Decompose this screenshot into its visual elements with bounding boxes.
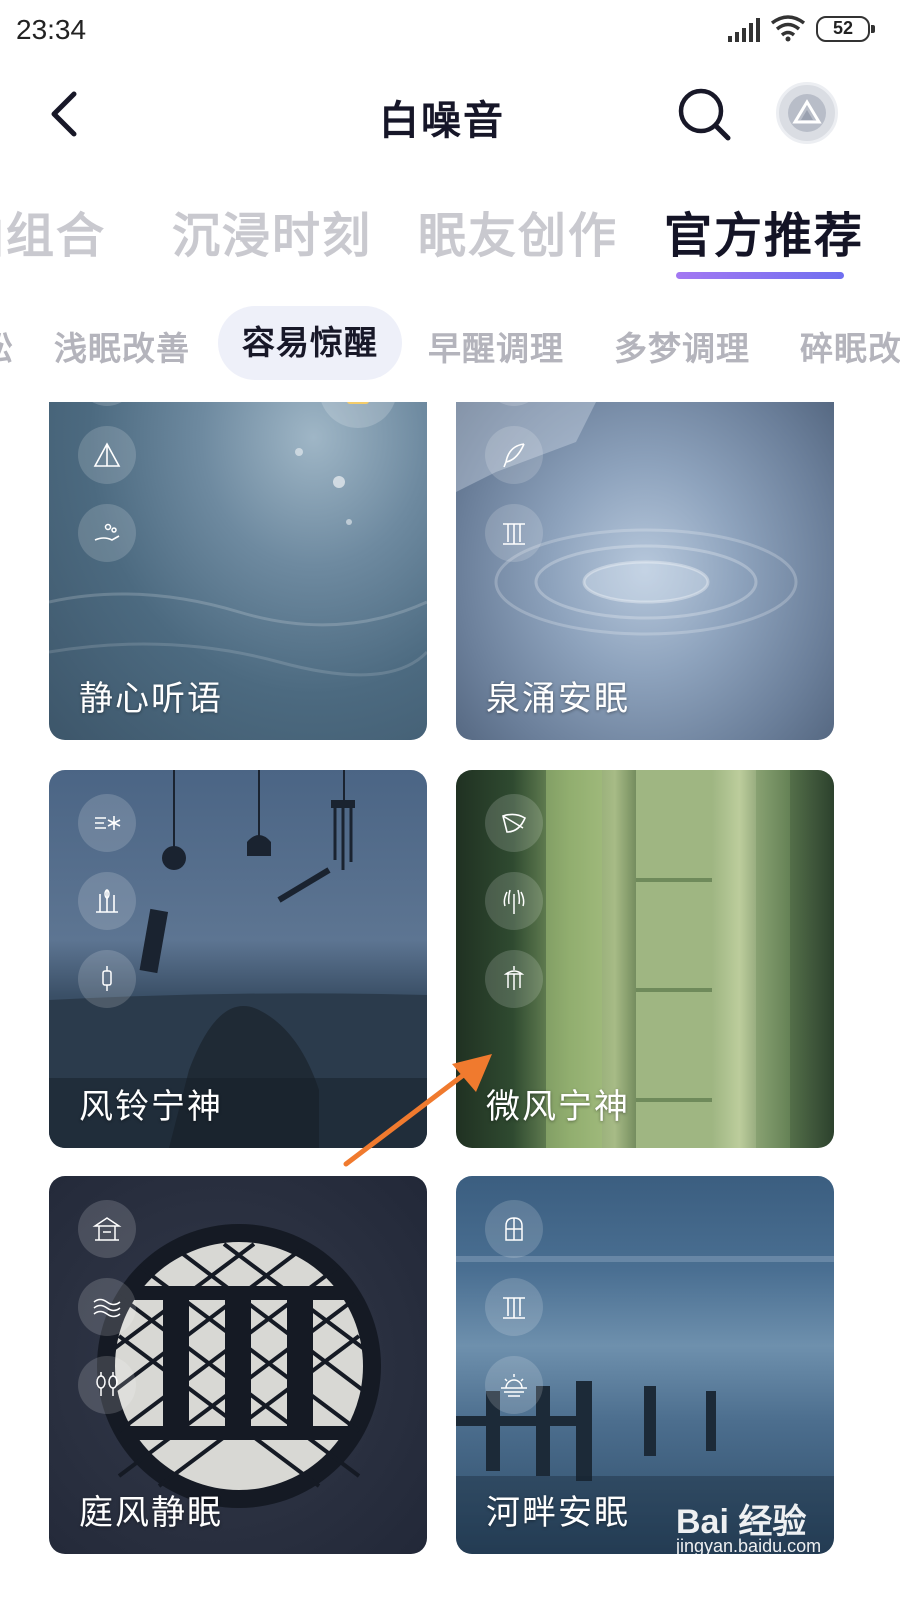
triangle-logo-icon: [792, 99, 822, 124]
window-icon: [485, 1200, 543, 1258]
waterfall-icon: [485, 504, 543, 562]
battery-indicator: 52: [816, 16, 875, 42]
card-title: 风铃宁神: [79, 1087, 223, 1127]
feather-icon: [485, 426, 543, 484]
sub-tab-light-sleep[interactable]: 浅眠改善: [54, 322, 190, 370]
sub-tabs: 松 浅眠改善 容易惊醒 早醒调理 多梦调理 碎眠改: [0, 304, 900, 380]
annotation-arrow: [343, 1054, 492, 1167]
avatar-image: [788, 94, 826, 132]
search-icon[interactable]: [674, 84, 734, 144]
sub-tab-broken-sleep[interactable]: 碎眠改: [800, 322, 900, 370]
willow-icon: [485, 872, 543, 930]
wifi-icon: [770, 15, 806, 42]
sub-tab-relax[interactable]: 松: [0, 322, 14, 370]
pavilion-icon: [78, 1200, 136, 1258]
leaf-icon: [485, 794, 543, 852]
card-title: 泉涌安眠: [486, 679, 630, 719]
card-title: 微风宁神: [486, 1087, 630, 1127]
sound-card[interactable]: 静心听语: [49, 402, 427, 740]
watermark: Bai 经验 jingyan.baidu.com: [676, 1494, 836, 1564]
sunset-icon: [485, 1356, 543, 1414]
waves-icon: [78, 1278, 136, 1336]
tab-immersion[interactable]: 沉浸时刻: [172, 196, 372, 266]
watermark-url: jingyan.baidu.com: [676, 1536, 822, 1556]
tab-official-picks[interactable]: 官方推荐: [664, 196, 864, 266]
sound-card-grid: 静心听语 泉涌安眠 风铃宁神 微风宁神 庭风静眠 河畔安眠: [0, 402, 900, 1600]
sub-tab-early-waking[interactable]: 早醒调理: [428, 322, 564, 370]
tent-icon: [78, 426, 136, 484]
page-title: 白噪音: [379, 98, 505, 144]
active-tab-indicator: [676, 272, 844, 279]
sound-card[interactable]: 微风宁神: [456, 770, 834, 1148]
waterfall-icon: [485, 1278, 543, 1336]
tab-combination[interactable]: 拍组合: [0, 196, 106, 266]
signal-icon: [728, 18, 760, 42]
card-title: 庭风静眠: [79, 1493, 223, 1533]
reeds-icon: [78, 872, 136, 930]
wind-chime-icon: [78, 950, 136, 1008]
status-time: 23:34: [16, 14, 87, 45]
wind-snow-icon: [78, 794, 136, 852]
card-title: 静心听语: [79, 679, 223, 719]
avatar[interactable]: [776, 82, 838, 144]
sound-card[interactable]: 庭风静眠: [49, 1176, 427, 1554]
wind-bell-icon: [485, 950, 543, 1008]
hand-sand-icon: [78, 504, 136, 562]
sub-tab-dreams[interactable]: 多梦调理: [614, 322, 750, 370]
status-bar: 23:34 52: [0, 0, 900, 62]
sub-tab-easily-woken[interactable]: 容易惊醒: [218, 306, 402, 380]
tab-user-creations[interactable]: 眠友创作: [418, 196, 618, 266]
card-title: 河畔安眠: [486, 1493, 630, 1533]
sound-card[interactable]: 泉涌安眠: [456, 402, 834, 740]
lanterns-icon: [78, 1356, 136, 1414]
